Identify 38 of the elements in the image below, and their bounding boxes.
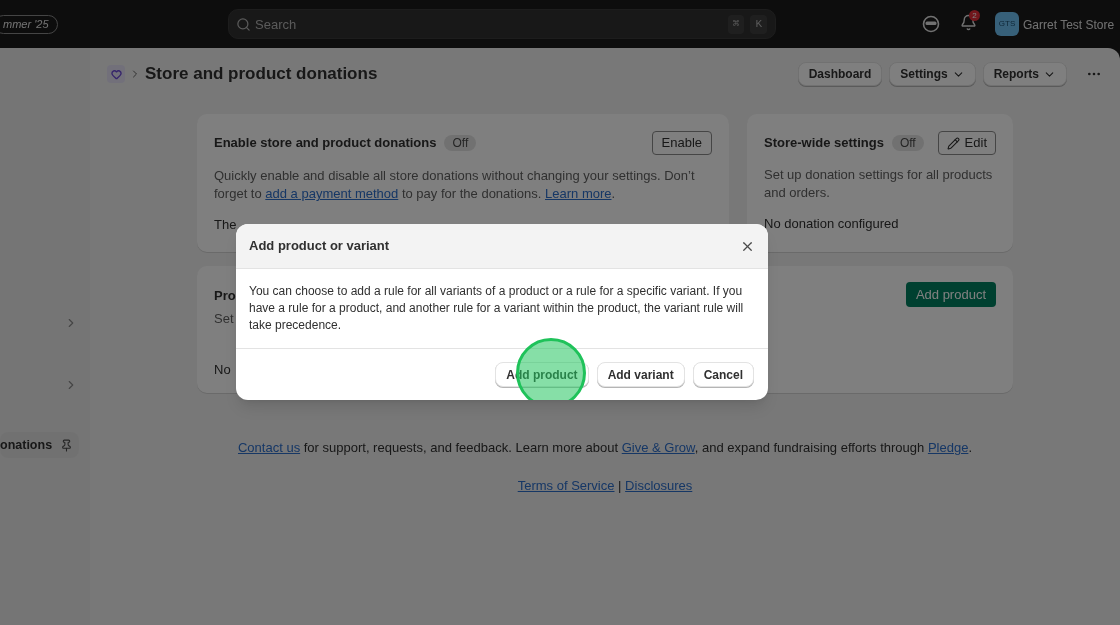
link[interactable]: add a payment method [265, 186, 399, 201]
store-name[interactable]: Garret Test Store [1023, 16, 1115, 34]
card-description: Set [214, 310, 234, 328]
pencil-icon [946, 136, 960, 150]
page-title: Store and product donations [145, 63, 378, 86]
dialog-title: Add product or variant [249, 237, 390, 256]
pin-icon[interactable] [60, 438, 74, 452]
link[interactable]: Disclosures [625, 477, 693, 493]
dialog-button[interactable]: Cancel [692, 362, 754, 387]
card-title: Pro [214, 287, 236, 305]
footer-text: Terms of Service | Disclosures [517, 476, 693, 495]
add-product-button[interactable]: Add product [905, 282, 996, 307]
card-value: No donation configured [764, 215, 900, 233]
card-note: The [214, 216, 237, 234]
header-button[interactable]: Dashboard [797, 62, 883, 86]
link[interactable]: Give & Grow [621, 440, 695, 455]
empty-state-text: No [214, 361, 231, 379]
notification-icon[interactable] [960, 14, 977, 31]
dialog-body: You can choose to add a rule for all variants of a product or a rule for a specific variant. If you have a rule for a product, and another rule for a variant within the product, the variant rule will take precedence. [236, 269, 768, 349]
footer-text: Contact us for support, requests, and feedback. Learn more about Give & Grow, and expand fundraising efforts through Pledge. [238, 439, 972, 457]
header-button[interactable]: Settings [889, 62, 976, 86]
link[interactable]: Learn more [545, 186, 612, 201]
dialog-button[interactable]: Add variant [596, 362, 685, 387]
link[interactable]: Terms of Service [517, 477, 615, 493]
sidebar-item[interactable]: onations [0, 432, 79, 458]
card-title: Store-wide settings [764, 134, 884, 152]
search-icon [236, 17, 251, 32]
card-description: Quickly enable and disable all store donations without changing your settings. Don’t forget to add a payment method to pay for the donations. Learn more. [214, 167, 696, 203]
status-badge: Off [444, 135, 477, 151]
notification-count: 2 [969, 10, 980, 21]
card-description: Set up donation settings for all products and orders. [764, 166, 994, 202]
store-avatar[interactable]: GTS [995, 12, 1019, 36]
header-button[interactable]: Reports [982, 62, 1067, 86]
status-badge: Off [891, 135, 924, 151]
card-title: Enable store and product donations [214, 134, 437, 152]
link[interactable]: Contact us [238, 440, 301, 455]
enable-button[interactable]: Enable [651, 131, 712, 155]
edit-button[interactable]: Edit [937, 131, 996, 155]
